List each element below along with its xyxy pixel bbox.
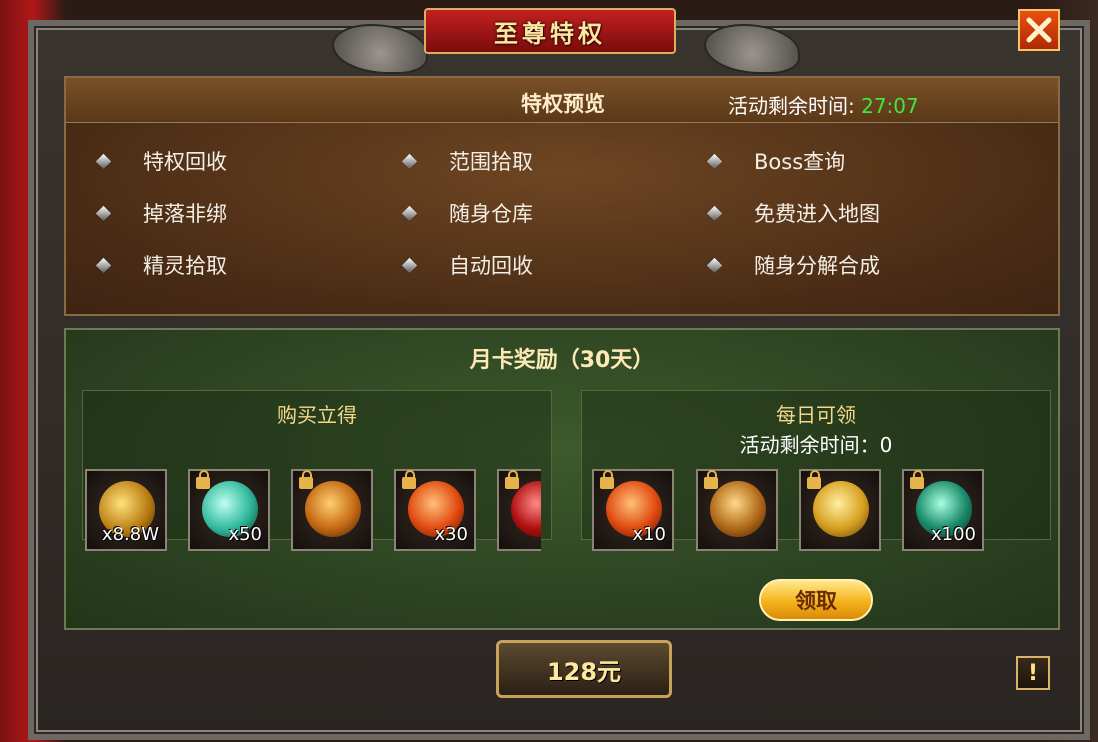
daily-item-strip: x10 x100 [584, 469, 1040, 559]
reward-item[interactable]: x10 [592, 469, 674, 551]
diamond-bullet-icon [401, 205, 418, 221]
reward-item[interactable] [497, 469, 541, 551]
window-title: 至尊特权 [494, 19, 606, 48]
diamond-bullet-icon [401, 257, 418, 273]
reward-item[interactable]: x100 [902, 469, 984, 551]
lock-icon [600, 470, 614, 489]
info-button[interactable]: ! [1016, 656, 1050, 690]
diamond-bullet-icon [401, 153, 418, 169]
instant-reward-panel: 购买立得 x8.8W x50 x30 [82, 390, 552, 551]
timer-value: 27:07 [861, 94, 919, 118]
title-plate: 至尊特权 [424, 8, 676, 54]
close-x-icon [1026, 17, 1052, 43]
reward-item[interactable]: x50 [188, 469, 270, 551]
lock-icon [402, 470, 416, 489]
money-bag-icon [710, 481, 766, 537]
feature-item: 自动回收 [401, 250, 533, 280]
feature-item: 随身仓库 [401, 198, 533, 228]
feature-item: Boss查询 [706, 146, 845, 176]
privilege-preview-panel: 特权预览 活动剩余时间: 27:07 特权回收 范围拾取 Boss查询 掉落非绑… [64, 76, 1060, 316]
diamond-bullet-icon [95, 153, 112, 169]
purchase-button[interactable]: 128元 [496, 640, 672, 698]
feature-item: 随身分解合成 [706, 250, 880, 280]
feature-item: 特权回收 [95, 146, 227, 176]
reward-item[interactable]: x8.8W [85, 469, 167, 551]
treasure-bag-icon [305, 481, 361, 537]
reward-item[interactable]: x30 [394, 469, 476, 551]
monthly-card-title: 月卡奖励（30天） [469, 348, 655, 373]
reward-item[interactable] [799, 469, 881, 551]
gold-coin-icon [813, 481, 869, 537]
close-button[interactable] [1018, 9, 1060, 51]
preview-timer: 活动剩余时间: 27:07 [728, 90, 919, 119]
diamond-bullet-icon [706, 205, 723, 221]
timer-label: 活动剩余时间: [728, 94, 855, 118]
feature-item: 范围拾取 [401, 146, 533, 176]
instant-item-strip[interactable]: x8.8W x50 x30 [85, 469, 541, 559]
diamond-bullet-icon [95, 257, 112, 273]
reward-item[interactable] [291, 469, 373, 551]
feature-list: 特权回收 范围拾取 Boss查询 掉落非绑 随身仓库 免费进入地图 精灵拾取 自… [66, 132, 1058, 314]
diamond-bullet-icon [706, 257, 723, 273]
dragon-ornament-right-icon [706, 26, 798, 72]
preview-title: 特权预览 [521, 92, 605, 116]
diamond-bullet-icon [95, 205, 112, 221]
monthly-card-panel: 月卡奖励（30天） 购买立得 x8.8W x50 x30 每日可领 活动剩余时间… [64, 328, 1060, 630]
purchase-price: 128元 [546, 657, 622, 686]
lock-icon [910, 470, 924, 489]
claim-button[interactable]: 领取 [759, 579, 873, 621]
lock-icon [704, 470, 718, 489]
feature-item: 掉落非绑 [95, 198, 227, 228]
red-orb-icon [511, 481, 541, 537]
lock-icon [505, 470, 519, 489]
lock-icon [299, 470, 313, 489]
dragon-ornament-left-icon [334, 26, 426, 72]
lock-icon [807, 470, 821, 489]
feature-item: 免费进入地图 [706, 198, 880, 228]
lock-icon [196, 470, 210, 489]
daily-timer: 活动剩余时间：0 [739, 433, 893, 457]
daily-reward-panel: 每日可领 活动剩余时间：0 x10 x100 [581, 390, 1051, 551]
instant-reward-title: 购买立得 [277, 403, 357, 427]
daily-reward-title: 每日可领 [776, 403, 856, 427]
diamond-bullet-icon [706, 153, 723, 169]
feature-item: 精灵拾取 [95, 250, 227, 280]
reward-item[interactable] [696, 469, 778, 551]
